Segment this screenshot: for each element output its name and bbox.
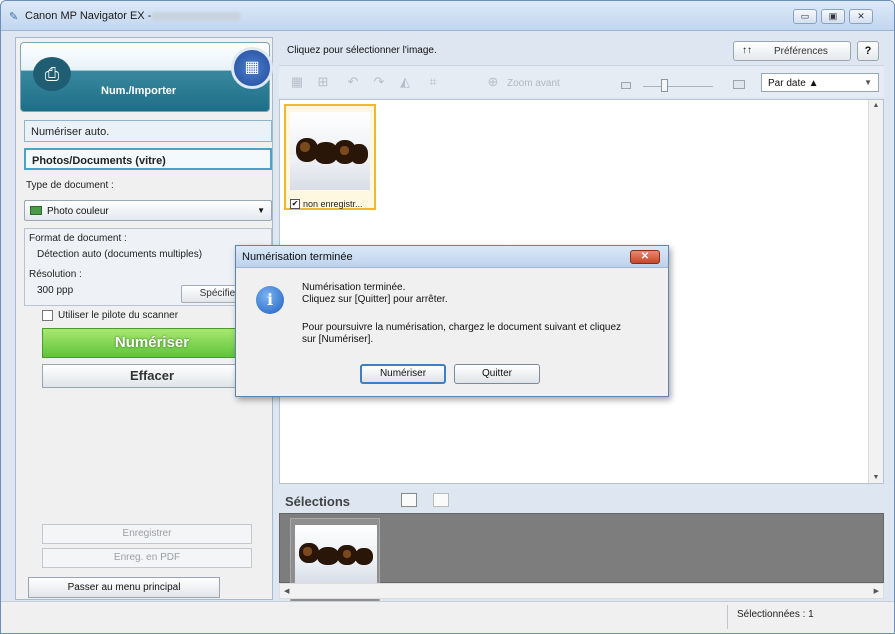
preferences-button[interactable]: ↑↑ Préférences [733, 41, 851, 61]
info-icon: i [256, 286, 284, 314]
preferences-label: Préférences [774, 46, 828, 57]
resolution-value: 300 ppp [37, 285, 74, 296]
minimize-button[interactable]: ▭ [793, 9, 817, 24]
rotate-right-icon[interactable]: ↷ [371, 74, 387, 90]
selections-title: Sélections [285, 494, 351, 509]
document-type-value: Photo couleur [47, 206, 109, 217]
dogs-photo [295, 525, 377, 583]
view-mode-icon[interactable]: ▦ [231, 47, 273, 89]
scroll-up-icon[interactable]: ▲ [869, 102, 883, 109]
sort-order-value: Par date ▲ [768, 78, 819, 89]
dialog-title-bar[interactable]: Numérisation terminée ✕ [236, 246, 668, 268]
chevron-down-icon: ▼ [257, 206, 265, 215]
blurred-title-suffix [151, 12, 241, 21]
close-button[interactable]: ✕ [849, 9, 873, 24]
dialog-quit-button[interactable]: Quitter [454, 364, 540, 384]
document-type-select[interactable]: Photo couleur ▼ [24, 200, 272, 221]
dialog-close-button[interactable]: ✕ [630, 250, 660, 264]
vertical-scrollbar[interactable]: ▲ ▼ [868, 100, 883, 483]
header-title: Num./Importer [101, 85, 177, 97]
dialog-message-line3: Pour poursuivre la numérisation, chargez… [302, 322, 622, 333]
maximize-button[interactable]: ▣ [821, 9, 845, 24]
resolution-label: Résolution : [29, 269, 82, 280]
selections-area [279, 513, 884, 608]
sort-order-select[interactable]: Par date ▲ ▼ [761, 73, 879, 92]
chevron-down-icon: ▼ [864, 78, 872, 87]
app-logo-icon: ✎ [9, 11, 19, 23]
preferences-icon: ↑↑ [742, 45, 752, 56]
grid-view-icon[interactable]: ▦ [289, 74, 305, 90]
main-menu-button[interactable]: Passer au menu principal [28, 577, 220, 598]
use-driver-checkbox[interactable] [42, 310, 53, 321]
scanner-icon: ⎙ [33, 57, 71, 91]
image-toolbar: ▦ ⊞ ↶ ↷ ◭ ⌗ ⊕ Zoom avant Par date ▲ ▼ [279, 65, 884, 97]
document-format-label: Format de document : [29, 233, 127, 244]
use-driver-label: Utiliser le pilote du scanner [58, 310, 179, 321]
instruction-text: Cliquez pour sélectionner l'image. [287, 45, 437, 56]
dogs-photo [290, 112, 370, 190]
document-format-value: Détection auto (documents multiples) [37, 249, 203, 260]
photo-document-mode-button[interactable]: Photos/Documents (vitre) [24, 148, 272, 170]
image-thumbnail[interactable]: ✔ non enregistr... [284, 104, 376, 210]
slider-thumb[interactable] [661, 79, 668, 92]
thumbnail-checkbox[interactable]: ✔ [290, 199, 300, 209]
small-image-icon [621, 82, 631, 89]
list-view-icon[interactable]: ⊞ [315, 74, 331, 90]
zoom-in-label[interactable]: Zoom avant [507, 78, 560, 89]
clear-button[interactable]: Effacer [42, 364, 262, 388]
scan-complete-dialog: Numérisation terminée ✕ i Numérisation t… [235, 245, 669, 397]
app-window: ✎ Canon MP Navigator EX - ▭ ▣ ✕ ⎙ Num./I… [0, 0, 895, 634]
mirror-icon[interactable]: ◭ [397, 74, 413, 90]
title-bar[interactable]: ✎ Canon MP Navigator EX - ▭ ▣ ✕ [1, 1, 894, 31]
thumbnail-label: non enregistr... [303, 199, 363, 209]
save-button[interactable]: Enregistrer [42, 524, 252, 544]
grid-view-icon[interactable] [401, 493, 417, 507]
window-title: Canon MP Navigator EX - [25, 10, 152, 22]
scroll-right-icon[interactable]: ▶ [874, 587, 879, 595]
help-button[interactable]: ? [857, 41, 879, 61]
status-bar: Sélectionnées : 1 [1, 601, 894, 633]
dialog-title: Numérisation terminée [242, 251, 353, 263]
dialog-message-line2: Cliquez sur [Quitter] pour arrêter. [302, 294, 448, 305]
selected-count: Sélectionnées : 1 [737, 609, 814, 620]
dialog-message-line4: sur [Numériser]. [302, 334, 374, 345]
dialog-scan-button[interactable]: Numériser [360, 364, 446, 384]
large-image-icon [733, 80, 745, 89]
scan-import-header: ⎙ Num./Importer ▦ [20, 42, 273, 112]
save-pdf-button[interactable]: Enreg. en PDF [42, 548, 252, 568]
thumbnail-size-slider[interactable] [643, 86, 713, 87]
scroll-left-icon[interactable]: ◀ [284, 587, 289, 595]
auto-scan-mode-button[interactable]: Numériser auto. [24, 120, 272, 142]
crop-icon[interactable]: ⌗ [425, 74, 441, 90]
dialog-message-line1: Numérisation terminée. [302, 282, 406, 293]
zoom-icon[interactable]: ⊕ [485, 74, 501, 90]
status-divider [727, 605, 728, 629]
single-view-icon[interactable] [433, 493, 449, 507]
horizontal-scrollbar[interactable]: ◀ ▶ [279, 583, 884, 599]
scan-button[interactable]: Numériser [42, 328, 262, 358]
rotate-left-icon[interactable]: ↶ [345, 74, 361, 90]
document-type-label: Type de document : [26, 180, 114, 191]
color-photo-icon [30, 206, 42, 215]
scroll-down-icon[interactable]: ▼ [869, 474, 883, 481]
selections-header: Sélections [279, 487, 884, 513]
